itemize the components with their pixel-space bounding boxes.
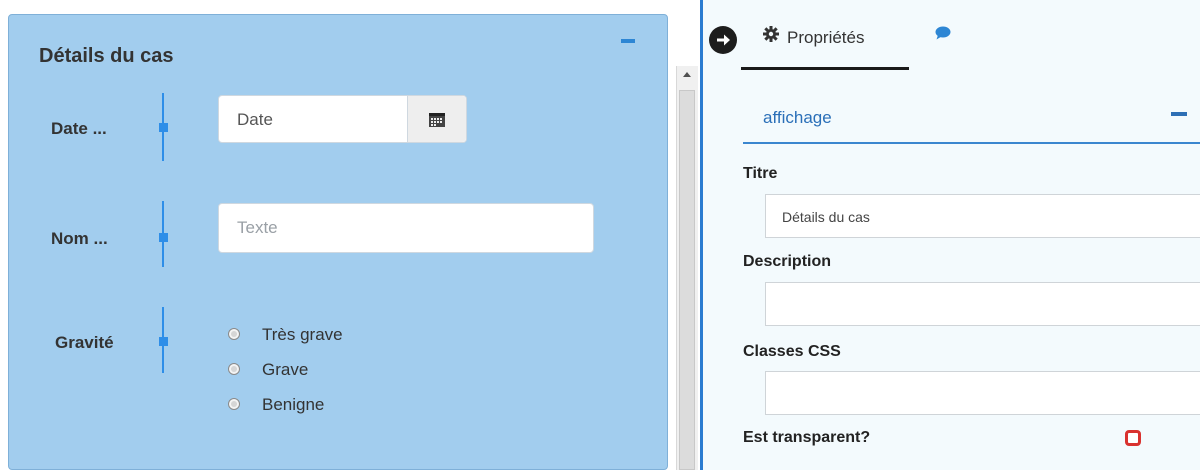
description-input[interactable] (765, 282, 1200, 326)
section-affichage[interactable]: affichage (743, 98, 1200, 144)
section-label: affichage (763, 108, 832, 127)
nom-input-placeholder: Texte (237, 218, 278, 237)
gear-icon (763, 26, 779, 42)
case-details-panel: Détails du cas Date ... Date Nom ... Tex… (8, 14, 668, 470)
titre-value: Détails du cas (782, 209, 870, 225)
titre-input[interactable]: Détails du cas (765, 194, 1200, 238)
tab-properties[interactable]: Propriétés (741, 18, 909, 70)
tab-properties-label: Propriétés (787, 28, 865, 47)
scroll-up-button[interactable] (677, 66, 698, 84)
panel-title: Détails du cas (39, 45, 174, 67)
scroll-thumb[interactable] (679, 90, 695, 470)
radio-button[interactable] (228, 363, 240, 375)
radio-button[interactable] (228, 328, 240, 340)
comment-icon[interactable] (935, 26, 951, 40)
transparent-label: Est transparent? (743, 429, 871, 446)
connector-handle[interactable] (159, 233, 168, 242)
date-label: Date ... (51, 119, 107, 138)
classes-css-input[interactable] (765, 371, 1200, 415)
classes-css-label: Classes CSS (743, 343, 841, 360)
collapse-section-button[interactable] (1171, 112, 1187, 116)
nom-input[interactable]: Texte (218, 203, 594, 253)
collapse-panel-button[interactable] (621, 39, 635, 43)
connector-handle[interactable] (159, 123, 168, 132)
nom-label: Nom ... (51, 229, 108, 248)
form-row-nom[interactable]: Nom ... Texte (9, 201, 669, 271)
description-label: Description (743, 253, 832, 270)
gravite-label: Gravité (55, 333, 114, 352)
vertical-scrollbar[interactable] (676, 66, 698, 470)
radio-button[interactable] (228, 398, 240, 410)
form-row-date[interactable]: Date ... Date (9, 93, 669, 163)
form-row-gravite[interactable]: Gravité Très grave Grave Benigne (9, 307, 669, 437)
properties-panel: Propriétés affichage Titre Détails du ca… (700, 0, 1200, 470)
back-button[interactable] (709, 26, 737, 54)
transparent-checkbox[interactable] (1125, 430, 1141, 446)
titre-label: Titre (743, 165, 778, 182)
date-input[interactable]: Date (218, 95, 467, 143)
arrow-right-icon (717, 34, 730, 46)
calendar-icon (429, 113, 445, 127)
date-picker-button[interactable] (407, 96, 466, 142)
connector-handle[interactable] (159, 337, 168, 346)
date-input-value: Date (237, 110, 273, 129)
